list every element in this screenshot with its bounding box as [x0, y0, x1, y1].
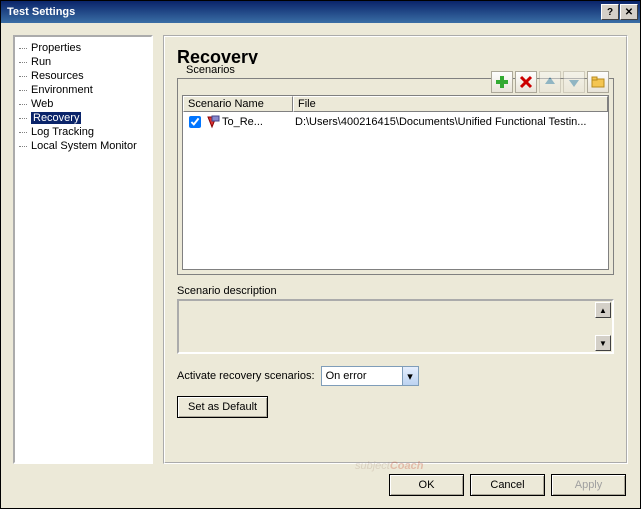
plus-icon	[495, 75, 509, 89]
col-scenario-name[interactable]: Scenario Name	[183, 96, 293, 112]
cell-name: To_Re...	[185, 113, 295, 131]
activate-combo[interactable]: On error ▾	[321, 366, 419, 386]
scenarios-grid: Scenario Name File To_Re... D:\Users\400…	[182, 95, 609, 270]
set-default-row: Set as Default	[177, 396, 614, 418]
body: Properties Run Resources Environment Web…	[1, 23, 640, 468]
content-panel: Recovery Scenarios	[163, 35, 628, 464]
scenarios-label: Scenarios	[184, 64, 491, 76]
dialog-footer: OK Cancel Apply	[1, 468, 640, 508]
ok-button[interactable]: OK	[389, 474, 464, 496]
x-icon	[519, 75, 533, 89]
settings-window: Test Settings ? ✕ Properties Run Resourc…	[0, 0, 641, 509]
activate-value: On error	[322, 370, 402, 382]
titlebar: Test Settings ? ✕	[1, 1, 640, 23]
col-file[interactable]: File	[293, 96, 608, 112]
cell-file: D:\Users\400216415\Documents\Unified Fun…	[295, 116, 606, 128]
close-button[interactable]: ✕	[620, 4, 638, 20]
tree-item-web[interactable]: Web	[17, 97, 149, 111]
activate-label: Activate recovery scenarios:	[177, 370, 315, 382]
tree-item-environment[interactable]: Environment	[17, 83, 149, 97]
scroll-up-button[interactable]: ▲	[595, 302, 611, 318]
set-default-button[interactable]: Set as Default	[177, 396, 268, 418]
recovery-scenario-icon	[206, 115, 220, 129]
scenarios-toolbar: Scenarios	[182, 71, 609, 93]
tree-item-local-system-monitor[interactable]: Local System Monitor	[17, 139, 149, 153]
remove-scenario-button[interactable]	[515, 71, 537, 93]
tree-item-resources[interactable]: Resources	[17, 69, 149, 83]
chevron-down-icon: ▾	[402, 367, 418, 385]
scenarios-group: Scenarios	[177, 78, 614, 275]
apply-button[interactable]: Apply	[551, 474, 626, 496]
tree-item-properties[interactable]: Properties	[17, 41, 149, 55]
window-title: Test Settings	[7, 6, 601, 18]
help-button[interactable]: ?	[601, 4, 619, 20]
tree-item-run[interactable]: Run	[17, 55, 149, 69]
description-label: Scenario description	[177, 285, 614, 297]
grid-header: Scenario Name File	[183, 96, 608, 112]
cancel-button[interactable]: Cancel	[470, 474, 545, 496]
arrow-up-icon	[543, 75, 557, 89]
table-row[interactable]: To_Re... D:\Users\400216415\Documents\Un…	[183, 112, 608, 132]
properties-button[interactable]	[587, 71, 609, 93]
folder-icon	[591, 75, 605, 89]
nav-tree: Properties Run Resources Environment Web…	[13, 35, 153, 464]
titlebar-buttons: ? ✕	[601, 4, 638, 20]
scroll-down-button[interactable]: ▼	[595, 335, 611, 351]
arrow-down-icon	[567, 75, 581, 89]
activate-row: Activate recovery scenarios: On error ▾	[177, 366, 614, 386]
move-down-button[interactable]	[563, 71, 585, 93]
row-name-text: To_Re...	[222, 116, 263, 128]
tree-item-log-tracking[interactable]: Log Tracking	[17, 125, 149, 139]
move-up-button[interactable]	[539, 71, 561, 93]
add-scenario-button[interactable]	[491, 71, 513, 93]
tree-item-recovery[interactable]: Recovery	[17, 111, 149, 125]
row-checkbox[interactable]	[189, 116, 201, 128]
description-box: ▲ ▼	[177, 299, 614, 354]
